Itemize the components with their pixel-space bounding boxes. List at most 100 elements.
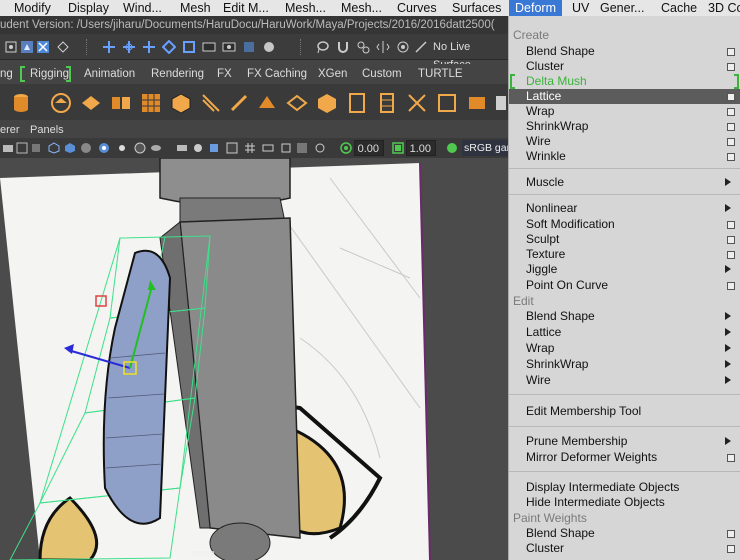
menu-item-point-on-curve[interactable]: Point On Curve bbox=[509, 278, 740, 293]
menu-item-display-intermediate[interactable]: Display Intermediate Objects bbox=[509, 480, 740, 495]
menu-item-muscle[interactable]: Muscle bbox=[509, 175, 740, 190]
option-box-icon[interactable] bbox=[727, 221, 735, 229]
option-box-icon[interactable] bbox=[727, 108, 735, 116]
tab-modeling[interactable]: ng bbox=[0, 64, 13, 84]
xray-joints-icon[interactable] bbox=[192, 142, 204, 154]
menu-cache[interactable]: Cache bbox=[661, 0, 697, 16]
menu-3d-paint[interactable]: 3D Co bbox=[708, 0, 740, 16]
menu-edit-mesh[interactable]: Edit M... bbox=[223, 0, 269, 16]
menu-item-wrinkle[interactable]: Wrinkle bbox=[509, 149, 740, 164]
menu-surfaces[interactable]: Surfaces bbox=[452, 0, 501, 16]
tab-rigging[interactable]: Rigging bbox=[30, 64, 69, 84]
image-plane-icon[interactable] bbox=[30, 142, 42, 154]
xray-icon[interactable] bbox=[150, 142, 162, 154]
camera-attrs-icon[interactable] bbox=[2, 142, 14, 154]
perspective-viewport[interactable]: persp bbox=[0, 158, 510, 560]
menu-generate[interactable]: Gener... bbox=[600, 0, 644, 16]
wrap-shelf-icon[interactable] bbox=[200, 92, 222, 114]
live-surface-label[interactable]: No Live Surface bbox=[428, 38, 510, 71]
menu-item-edit-wire[interactable]: Wire bbox=[509, 373, 740, 388]
menu-item-nonlinear[interactable]: Nonlinear bbox=[509, 201, 740, 216]
menu-item-hide-intermediate[interactable]: Hide Intermediate Objects bbox=[509, 495, 740, 510]
menu-item-edit-wrap[interactable]: Wrap bbox=[509, 341, 740, 356]
magnet-icon[interactable] bbox=[336, 40, 350, 54]
menu-item-mirror-deformer-weights[interactable]: Mirror Deformer Weights bbox=[509, 450, 740, 465]
film-gate-icon[interactable] bbox=[262, 142, 274, 154]
menu-mesh-display[interactable]: Mesh... bbox=[341, 0, 382, 16]
squash-shelf-icon[interactable] bbox=[346, 92, 368, 114]
xray-active-icon[interactable] bbox=[208, 142, 220, 154]
menu-uv[interactable]: UV bbox=[572, 0, 589, 16]
isolate-select-icon[interactable] bbox=[176, 142, 188, 154]
menu-deform[interactable]: Deform bbox=[509, 0, 562, 16]
snap-curve-icon[interactable] bbox=[122, 40, 136, 54]
menu-curves[interactable]: Curves bbox=[397, 0, 437, 16]
textured-icon[interactable] bbox=[98, 142, 110, 154]
joint-tool-icon[interactable] bbox=[50, 92, 72, 114]
tab-turtle[interactable]: TURTLE bbox=[418, 64, 463, 84]
ik-handle-icon[interactable] bbox=[80, 92, 102, 114]
lattice-shelf-icon[interactable] bbox=[140, 92, 162, 114]
use-all-lights-icon[interactable] bbox=[116, 142, 128, 154]
bookmark-icon[interactable] bbox=[16, 142, 28, 154]
wave-shelf-icon[interactable] bbox=[436, 92, 458, 114]
tab-xgen[interactable]: XGen bbox=[318, 64, 347, 84]
flare-shelf-icon[interactable] bbox=[406, 92, 428, 114]
gamma-field[interactable]: 1.00 bbox=[406, 140, 436, 156]
reflect-icon[interactable] bbox=[376, 40, 390, 54]
color-management-icon[interactable] bbox=[446, 142, 458, 154]
ipr-icon[interactable] bbox=[222, 40, 236, 54]
menu-item-edit-shrinkwrap[interactable]: ShrinkWrap bbox=[509, 357, 740, 372]
menu-item-prune-membership[interactable]: Prune Membership bbox=[509, 434, 740, 449]
aa-icon[interactable] bbox=[226, 142, 238, 154]
wireframe-icon[interactable] bbox=[48, 142, 60, 154]
snap-point-icon[interactable] bbox=[142, 40, 156, 54]
tab-animation[interactable]: Animation bbox=[84, 64, 135, 84]
menu-item-soft-modification[interactable]: Soft Modification bbox=[509, 217, 740, 232]
option-box-icon[interactable] bbox=[727, 63, 735, 71]
menu-item-edit-blend-shape[interactable]: Blend Shape bbox=[509, 309, 740, 324]
menu-item-lattice[interactable]: Lattice bbox=[509, 89, 740, 104]
menu-modify[interactable]: Modify bbox=[14, 0, 51, 16]
snap-grid-icon[interactable] bbox=[102, 40, 116, 54]
menu-item-blend-shape[interactable]: Blend Shape bbox=[509, 44, 740, 59]
tab-fx[interactable]: FX bbox=[217, 64, 232, 84]
menu-item-wrap[interactable]: Wrap bbox=[509, 104, 740, 119]
option-box-icon[interactable] bbox=[727, 48, 735, 56]
snap-view-plane-icon[interactable] bbox=[162, 40, 176, 54]
gamma-icon[interactable] bbox=[392, 142, 404, 154]
menu-item-sculpt[interactable]: Sculpt bbox=[509, 232, 740, 247]
field-chart-icon[interactable] bbox=[314, 142, 326, 154]
cube-shelf-icon[interactable] bbox=[316, 92, 338, 114]
resolution-gate-icon[interactable] bbox=[280, 142, 292, 154]
sine-shelf-icon[interactable] bbox=[466, 92, 488, 114]
menu-item-texture[interactable]: Texture bbox=[509, 247, 740, 262]
option-box-icon[interactable] bbox=[727, 545, 735, 553]
smooth-shade-icon[interactable] bbox=[64, 142, 76, 154]
menu-item-paint-cluster[interactable]: Cluster bbox=[509, 541, 740, 556]
menu-item-edit-membership-tool[interactable]: Edit Membership Tool bbox=[509, 404, 740, 419]
option-box-icon[interactable] bbox=[727, 153, 735, 161]
option-box-icon[interactable] bbox=[727, 236, 735, 244]
symmetry-icon[interactable] bbox=[414, 40, 428, 54]
snap-live-icon[interactable] bbox=[182, 40, 196, 54]
grid-icon[interactable] bbox=[244, 142, 256, 154]
menu-item-cluster[interactable]: Cluster bbox=[509, 59, 740, 74]
option-box-icon[interactable] bbox=[727, 93, 735, 101]
snap-together-icon[interactable] bbox=[356, 40, 370, 54]
twist-shelf-icon[interactable] bbox=[376, 92, 398, 114]
menu-panels[interactable]: Panels bbox=[30, 122, 64, 138]
option-box-icon[interactable] bbox=[727, 282, 735, 290]
menu-renderer[interactable]: erer bbox=[0, 122, 20, 138]
select-mode-icon[interactable] bbox=[4, 40, 18, 54]
select-component-icon[interactable] bbox=[56, 40, 70, 54]
blendshape-shelf-icon[interactable] bbox=[110, 92, 132, 114]
tab-custom[interactable]: Custom bbox=[362, 64, 402, 84]
exposure-icon[interactable] bbox=[340, 142, 352, 154]
wire-shelf-icon[interactable] bbox=[228, 92, 250, 114]
gate-mask-icon[interactable] bbox=[296, 142, 308, 154]
option-box-icon[interactable] bbox=[727, 138, 735, 146]
view-transform-select[interactable]: sRGB gam bbox=[462, 140, 510, 156]
shadows-icon[interactable] bbox=[134, 142, 146, 154]
option-box-icon[interactable] bbox=[727, 454, 735, 462]
